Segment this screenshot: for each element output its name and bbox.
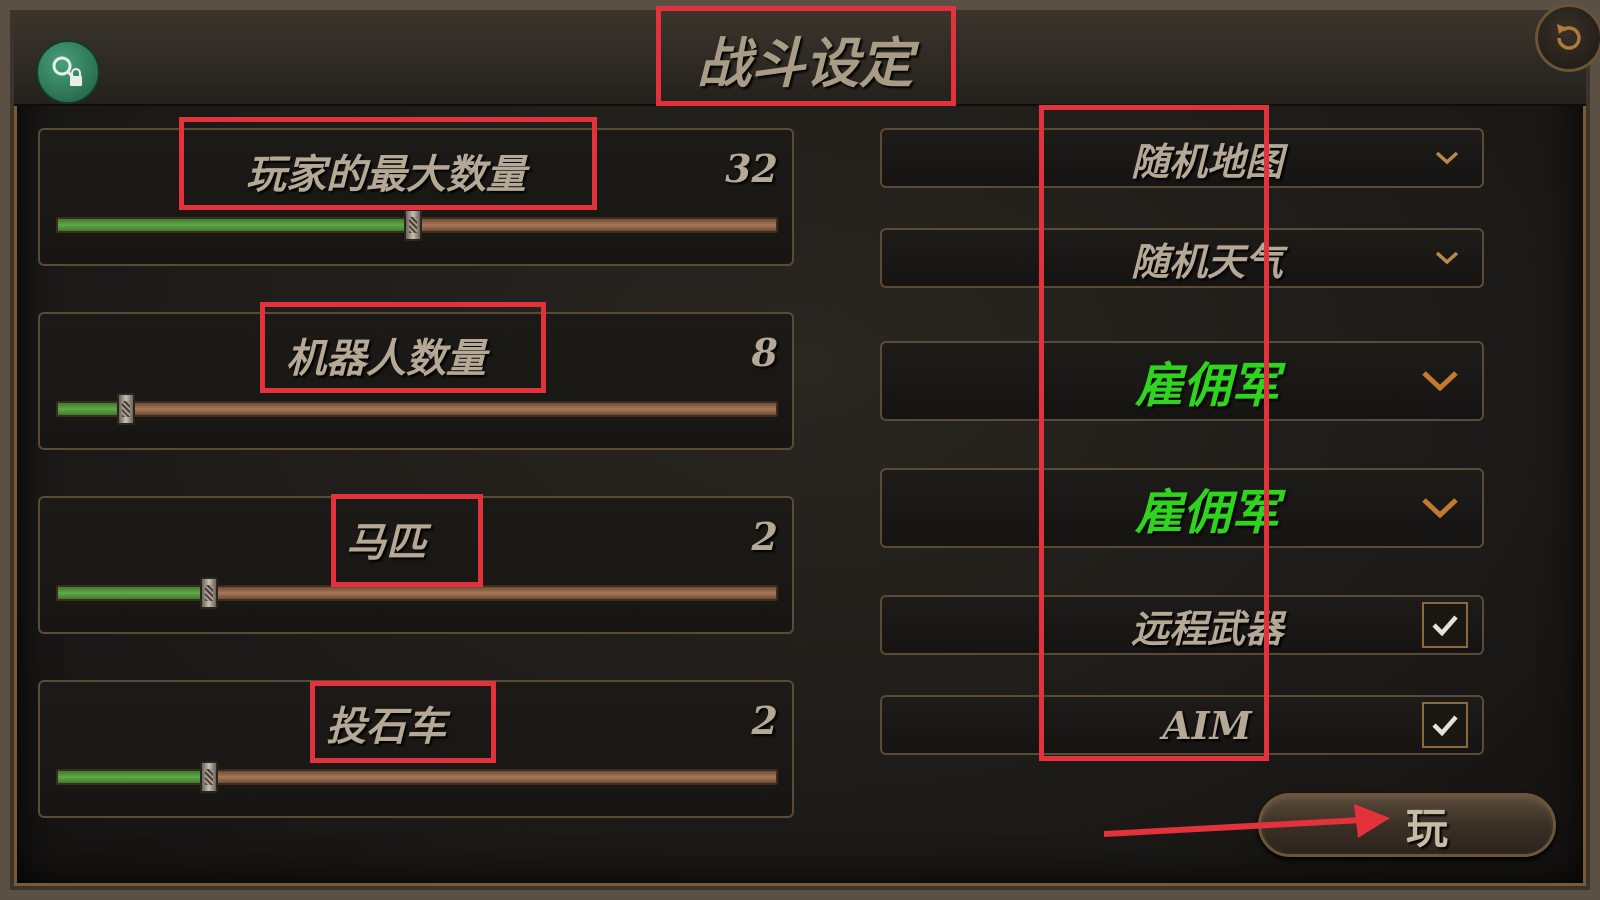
slider-label: 马匹 [346,520,426,566]
slider-horses: 马匹 2 [38,496,794,634]
slider-track[interactable] [56,577,778,609]
key-lock-icon[interactable] [36,40,100,104]
checkmark-icon [1432,715,1458,737]
slider-catapults: 投石车 2 [38,680,794,818]
weather-dropdown[interactable]: 随机天气 [880,228,1484,288]
dropdown-value: 随机天气 [1130,239,1283,284]
slider-fill [58,219,414,231]
slider-label: 投石车 [326,704,446,750]
slider-value: 32 [725,146,778,191]
ranged-weapons-toggle[interactable]: 远程武器 [880,595,1484,655]
slider-thumb[interactable] [199,761,218,793]
slider-value: 2 [751,698,778,743]
checkmark-icon [1432,615,1458,637]
slider-thumb[interactable] [199,577,218,609]
ranged-weapons-checkbox[interactable] [1422,602,1468,648]
chevron-down-icon [1435,151,1459,165]
chevron-down-icon [1435,251,1459,265]
slider-fill [58,587,209,599]
slider-value: 8 [751,330,778,375]
play-button-label: 玩 [1405,803,1448,853]
aim-toggle[interactable]: AIM [880,695,1484,755]
dropdown-value: 雇佣军 [1134,358,1279,414]
slider-track[interactable] [56,209,778,241]
slider-value: 2 [751,514,778,559]
toggle-label: AIM [1162,702,1252,748]
dropdown-value: 雇佣军 [1134,485,1279,541]
slider-bot-count: 机器人数量 8 [38,312,794,450]
faction-dropdown-1[interactable]: 雇佣军 [880,341,1484,421]
slider-fill [58,771,209,783]
slider-label: 玩家的最大数量 [246,152,526,198]
slider-track[interactable] [56,393,778,425]
slider-track[interactable] [56,761,778,793]
map-dropdown[interactable]: 随机地图 [880,128,1484,188]
aim-checkbox[interactable] [1422,702,1468,748]
reset-icon[interactable] [1535,4,1600,72]
faction-dropdown-2[interactable]: 雇佣军 [880,468,1484,548]
slider-label: 机器人数量 [286,336,486,382]
slider-fill [58,403,127,415]
chevron-down-icon [1422,498,1458,519]
slider-thumb[interactable] [404,209,423,241]
annotation-arrow [1103,804,1390,838]
page-title: 战斗设定 [697,31,913,95]
slider-max-players: 玩家的最大数量 32 [38,128,794,266]
chevron-down-icon [1422,371,1458,392]
toggle-label: 远程武器 [1130,606,1283,651]
dropdown-value: 随机地图 [1130,139,1283,184]
slider-thumb[interactable] [117,393,136,425]
